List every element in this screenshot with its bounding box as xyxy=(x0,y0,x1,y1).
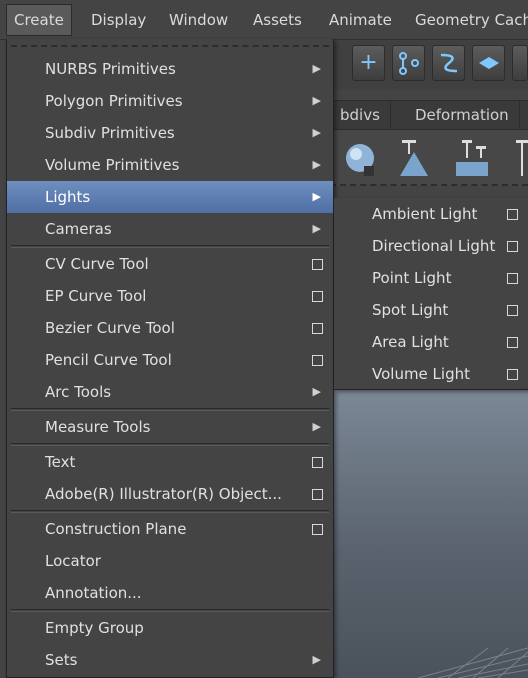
menu-item-label: Bezier Curve Tool xyxy=(45,319,175,337)
option-box-icon[interactable] xyxy=(507,273,518,284)
option-box-icon[interactable] xyxy=(312,489,323,500)
menu-item-label: CV Curve Tool xyxy=(45,255,149,273)
submenu-arrow-icon: ▶ xyxy=(312,94,321,107)
menu-item-illustrator-object[interactable]: Adobe(R) Illustrator(R) Object... xyxy=(7,478,333,510)
option-box-icon[interactable] xyxy=(507,305,518,316)
submenu-arrow-icon: ▶ xyxy=(312,158,321,171)
menu-item-empty-group[interactable]: Empty Group xyxy=(7,612,333,644)
option-box-icon[interactable] xyxy=(312,457,323,468)
option-box-icon[interactable] xyxy=(507,241,518,252)
menu-item-label: Cameras xyxy=(45,220,112,238)
option-box-icon[interactable] xyxy=(312,355,323,366)
menu-item-label: Adobe(R) Illustrator(R) Object... xyxy=(45,485,282,503)
submenu-item-label: Directional Light xyxy=(372,237,496,255)
main-menubar: Create Display Window Assets Animate Geo… xyxy=(0,0,528,40)
option-box-icon[interactable] xyxy=(312,259,323,270)
curve-icon[interactable] xyxy=(432,45,465,81)
menu-item-label: Text xyxy=(45,453,76,471)
spot-light-shelf-icon[interactable] xyxy=(506,136,528,180)
menu-animate[interactable]: Animate xyxy=(322,4,399,36)
submenu-arrow-icon: ▶ xyxy=(312,126,321,139)
menu-display[interactable]: Display xyxy=(84,4,153,36)
submenu-item-label: Point Light xyxy=(372,269,452,287)
point-light-shelf-icon[interactable] xyxy=(452,136,492,180)
submenu-arrow-icon: ▶ xyxy=(312,420,321,433)
menu-item-label: Polygon Primitives xyxy=(45,92,183,110)
menu-item-ep-curve-tool[interactable]: EP Curve Tool xyxy=(7,280,333,312)
menu-item-label: Lights xyxy=(45,188,91,206)
option-box-icon[interactable] xyxy=(312,323,323,334)
submenu-item-spot-light[interactable]: Spot Light xyxy=(334,294,528,326)
menu-item-label: Sets xyxy=(45,651,78,669)
menu-item-locator[interactable]: Locator xyxy=(7,545,333,577)
shelf-light-icons xyxy=(330,130,528,186)
option-box-icon[interactable] xyxy=(507,369,518,380)
menu-item-label: Arc Tools xyxy=(45,383,112,401)
lights-submenu: Ambient Light Directional Light Point Li… xyxy=(334,198,528,390)
3d-viewport[interactable] xyxy=(330,390,528,678)
joint-icon[interactable] xyxy=(392,45,425,81)
menu-item-construction-plane[interactable]: Construction Plane xyxy=(7,513,333,545)
tab-deformation[interactable]: Deformation xyxy=(405,101,520,130)
menu-create[interactable]: Create xyxy=(6,4,72,36)
submenu-arrow-icon: ▶ xyxy=(312,222,321,235)
submenu-arrow-icon: ▶ xyxy=(312,62,321,75)
menu-item-label: Empty Group xyxy=(45,619,144,637)
plane-icon[interactable] xyxy=(472,45,505,81)
menu-item-label: NURBS Primitives xyxy=(45,60,176,78)
submenu-item-label: Volume Light xyxy=(372,365,470,383)
menu-geometry-cache[interactable]: Geometry Cach xyxy=(408,4,528,36)
submenu-item-volume-light[interactable]: Volume Light xyxy=(334,358,528,390)
menu-item-pencil-curve-tool[interactable]: Pencil Curve Tool xyxy=(7,344,333,376)
menu-item-text[interactable]: Text xyxy=(7,446,333,478)
submenu-arrow-icon: ▶ xyxy=(312,385,321,398)
menu-item-cameras[interactable]: Cameras ▶ xyxy=(7,213,333,245)
directional-light-shelf-icon[interactable] xyxy=(394,136,434,180)
submenu-item-directional-light[interactable]: Directional Light xyxy=(334,230,528,262)
shelf-tabs: bdivs Deformation xyxy=(330,100,528,130)
menu-item-label: Construction Plane xyxy=(45,520,187,538)
menu-item-measure-tools[interactable]: Measure Tools ▶ xyxy=(7,411,333,443)
menu-window[interactable]: Window xyxy=(162,4,235,36)
more-icon[interactable] xyxy=(512,45,528,81)
submenu-item-label: Ambient Light xyxy=(372,205,478,223)
menu-item-label: EP Curve Tool xyxy=(45,287,147,305)
menu-item-annotation[interactable]: Annotation... xyxy=(7,577,333,609)
menu-item-sets[interactable]: Sets ▶ xyxy=(7,644,333,676)
menu-item-lights[interactable]: Lights ▶ xyxy=(7,181,333,213)
menu-assets[interactable]: Assets xyxy=(246,4,309,36)
option-box-icon[interactable] xyxy=(312,291,323,302)
option-box-icon[interactable] xyxy=(312,524,323,535)
viewport-grid xyxy=(418,647,528,678)
submenu-item-point-light[interactable]: Point Light xyxy=(334,262,528,294)
menu-item-subdiv-primitives[interactable]: Subdiv Primitives ▶ xyxy=(7,117,333,149)
submenu-item-area-light[interactable]: Area Light xyxy=(334,326,528,358)
ambient-light-shelf-icon[interactable] xyxy=(340,136,380,180)
menu-item-polygon-primitives[interactable]: Polygon Primitives ▶ xyxy=(7,85,333,117)
plus-icon[interactable]: + xyxy=(352,45,385,81)
menu-item-nurbs-primitives[interactable]: NURBS Primitives ▶ xyxy=(7,53,333,85)
menu-item-label: Annotation... xyxy=(45,584,142,602)
menu-item-label: Pencil Curve Tool xyxy=(45,351,172,369)
status-line-toolbar: + xyxy=(330,40,528,90)
submenu-item-label: Area Light xyxy=(372,333,449,351)
submenu-item-label: Spot Light xyxy=(372,301,449,319)
menu-item-volume-primitives[interactable]: Volume Primitives ▶ xyxy=(7,149,333,181)
menu-item-cv-curve-tool[interactable]: CV Curve Tool xyxy=(7,248,333,280)
submenu-arrow-icon: ▶ xyxy=(312,190,321,203)
submenu-arrow-icon: ▶ xyxy=(312,653,321,666)
shelf-divider xyxy=(330,184,528,186)
submenu-item-ambient-light[interactable]: Ambient Light xyxy=(334,198,528,230)
menu-item-label: Measure Tools xyxy=(45,418,151,436)
create-menu: NURBS Primitives ▶ Polygon Primitives ▶ … xyxy=(6,39,334,678)
menu-item-bezier-curve-tool[interactable]: Bezier Curve Tool xyxy=(7,312,333,344)
menu-item-label: Volume Primitives xyxy=(45,156,180,174)
tab-subdivs[interactable]: bdivs xyxy=(330,101,391,130)
option-box-icon[interactable] xyxy=(507,209,518,220)
option-box-icon[interactable] xyxy=(507,337,518,348)
menu-item-arc-tools[interactable]: Arc Tools ▶ xyxy=(7,376,333,408)
menu-item-label: Locator xyxy=(45,552,101,570)
menu-item-label: Subdiv Primitives xyxy=(45,124,175,142)
